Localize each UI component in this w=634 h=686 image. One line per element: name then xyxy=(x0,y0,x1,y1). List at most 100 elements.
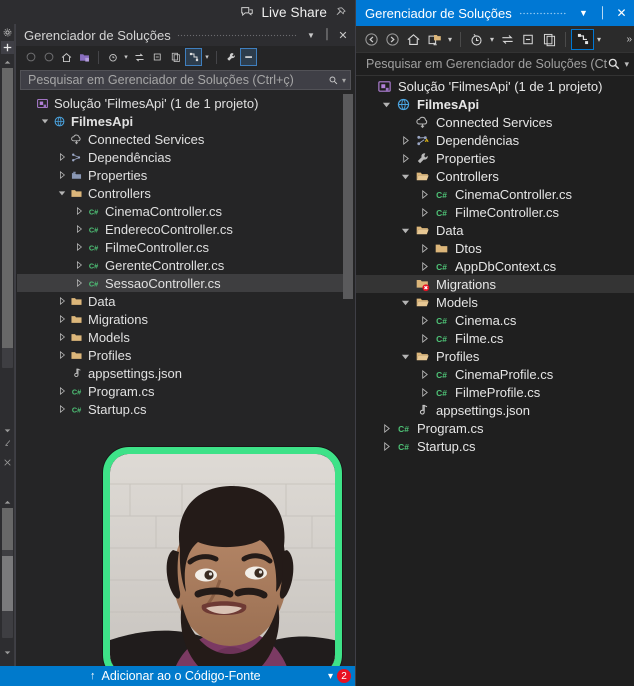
tree-row[interactable]: Dtos xyxy=(356,239,634,257)
collapse-arrow-icon[interactable] xyxy=(55,346,68,364)
tree-row[interactable]: Controllers xyxy=(356,167,634,185)
properties-view-icon[interactable] xyxy=(185,48,202,66)
collapse-arrow-icon[interactable] xyxy=(379,419,394,437)
right-solution-tree[interactable]: Solução 'FilmesApi' (1 de 1 projeto) Film… xyxy=(356,77,634,686)
window-dropdown-button[interactable]: ▼ xyxy=(574,2,593,24)
collapse-all-icon[interactable] xyxy=(149,48,166,66)
pin-button[interactable]: ⏐ xyxy=(593,2,612,24)
collapse-arrow-icon[interactable] xyxy=(72,220,85,238)
tree-row[interactable]: appsettings.json xyxy=(356,401,634,419)
collapse-arrow-icon[interactable] xyxy=(55,400,68,418)
gear-icon[interactable] xyxy=(1,26,14,39)
search-dropdown-caret[interactable]: ▾ xyxy=(621,59,632,70)
status-bar-text[interactable]: Adicionar ao o Código-Fonte xyxy=(102,669,261,683)
tree-row[interactable]: Solução 'FilmesApi' (1 de 1 projeto) xyxy=(356,77,634,95)
right-search-input[interactable]: Pesquisar em Gerenciador de Soluções (Ct… xyxy=(356,52,634,76)
chevron-down-icon-2[interactable]: ▾ xyxy=(487,35,497,44)
search-icon[interactable] xyxy=(607,57,621,71)
search-icon[interactable] xyxy=(328,75,339,86)
back-icon[interactable] xyxy=(361,29,382,50)
gutter-scrollbar-lower[interactable] xyxy=(2,508,13,638)
tree-row[interactable]: C# FilmeProfile.cs xyxy=(356,383,634,401)
pending-changes-icon[interactable] xyxy=(466,29,487,50)
back-icon[interactable] xyxy=(22,48,39,66)
expand-arrow-icon[interactable] xyxy=(38,112,51,130)
sync-icon[interactable] xyxy=(131,48,148,66)
collapse-arrow-icon[interactable] xyxy=(55,148,68,166)
drag-handle[interactable] xyxy=(518,0,568,26)
tree-row[interactable]: C# CinemaController.cs xyxy=(17,202,349,220)
tree-row[interactable]: Properties xyxy=(356,149,634,167)
expand-arrow-icon[interactable] xyxy=(379,95,394,113)
collapse-arrow-icon[interactable] xyxy=(72,256,85,274)
tree-row[interactable]: C# FilmeController.cs xyxy=(356,203,634,221)
tree-row[interactable]: FilmesApi xyxy=(17,112,349,130)
left-search-input[interactable]: Pesquisar em Gerenciador de Soluções (Ct… xyxy=(20,70,351,90)
forward-icon[interactable] xyxy=(382,29,403,50)
tree-row[interactable]: appsettings.json xyxy=(17,364,349,382)
chevron-down-icon-3[interactable]: ▾ xyxy=(594,35,604,44)
close-button[interactable]: ✕ xyxy=(335,26,351,44)
tree-row[interactable]: C# Program.cs xyxy=(356,419,634,437)
status-bar-caret[interactable]: ▾ xyxy=(328,671,333,682)
forward-icon[interactable] xyxy=(40,48,57,66)
tree-row[interactable]: Dependências xyxy=(17,148,349,166)
wrench-icon[interactable] xyxy=(222,48,239,66)
tree-row[interactable]: Profiles xyxy=(356,347,634,365)
tree-row[interactable]: Solução 'FilmesApi' (1 de 1 projeto) xyxy=(17,94,349,112)
new-folder-icon[interactable] xyxy=(424,29,445,50)
gutter-scrollbar-upper[interactable] xyxy=(2,68,13,368)
tree-row[interactable]: Dependências xyxy=(356,131,634,149)
tree-row[interactable]: Profiles xyxy=(17,346,349,364)
tree-row[interactable]: Models xyxy=(356,293,634,311)
tree-row[interactable]: C# GerenteController.cs xyxy=(17,256,349,274)
left-tree-scrollbar[interactable] xyxy=(343,94,353,655)
tree-row[interactable]: FilmesApi xyxy=(356,95,634,113)
home-icon[interactable] xyxy=(58,48,75,66)
tree-row[interactable]: C# Filme.cs xyxy=(356,329,634,347)
close-small-icon[interactable] xyxy=(1,456,14,469)
collapse-arrow-icon[interactable] xyxy=(417,365,432,383)
collapse-arrow-icon[interactable] xyxy=(55,382,68,400)
tree-row[interactable]: Data xyxy=(356,221,634,239)
tree-row[interactable]: C# Cinema.cs xyxy=(356,311,634,329)
tree-row[interactable]: C# EnderecoController.cs xyxy=(17,220,349,238)
toolbar-overflow-button[interactable]: » xyxy=(626,34,632,45)
tree-row[interactable]: Controllers xyxy=(17,184,349,202)
expand-arrow-icon[interactable] xyxy=(398,167,413,185)
pin-icon[interactable] xyxy=(334,6,347,19)
chevron-down-icon[interactable]: ▾ xyxy=(445,35,455,44)
collapse-arrow-icon[interactable] xyxy=(72,202,85,220)
collapse-arrow-icon[interactable] xyxy=(55,166,68,184)
tree-row[interactable]: Connected Services xyxy=(356,113,634,131)
pending-changes-icon[interactable] xyxy=(104,48,121,66)
collapse-arrow-icon[interactable] xyxy=(398,149,413,167)
collapse-all-icon[interactable] xyxy=(518,29,539,50)
collapse-arrow-icon[interactable] xyxy=(55,328,68,346)
collapse-arrow-icon[interactable] xyxy=(417,257,432,275)
tree-row[interactable]: Data xyxy=(17,292,349,310)
collapse-arrow-icon[interactable] xyxy=(417,329,432,347)
home-icon[interactable] xyxy=(403,29,424,50)
status-badge[interactable]: 2 xyxy=(337,669,351,683)
properties-view-icon[interactable] xyxy=(571,28,594,50)
expand-arrow-icon[interactable] xyxy=(398,221,413,239)
collapse-arrow-icon[interactable] xyxy=(72,238,85,256)
tree-row[interactable]: Properties xyxy=(17,166,349,184)
expand-arrow-icon[interactable] xyxy=(398,347,413,365)
collapse-arrow-icon[interactable] xyxy=(417,185,432,203)
collapse-arrow-icon[interactable] xyxy=(417,383,432,401)
tree-row[interactable]: C# CinemaProfile.cs xyxy=(356,365,634,383)
tree-row[interactable]: C# Startup.cs xyxy=(356,437,634,455)
tree-row[interactable]: C# SessaoController.cs xyxy=(17,274,349,292)
tree-row[interactable]: C# Program.cs xyxy=(17,382,349,400)
scroll-down-arrow-icon-2[interactable] xyxy=(1,646,14,659)
collapse-arrow-icon[interactable] xyxy=(379,437,394,455)
tree-row[interactable]: Migrations xyxy=(356,275,634,293)
collapse-arrow-icon[interactable] xyxy=(72,274,85,292)
tree-row[interactable]: Models xyxy=(17,328,349,346)
properties-window-icon[interactable] xyxy=(240,48,257,66)
add-icon[interactable] xyxy=(1,41,14,54)
show-all-files-icon[interactable] xyxy=(539,29,560,50)
collapse-arrow-icon[interactable] xyxy=(398,131,413,149)
